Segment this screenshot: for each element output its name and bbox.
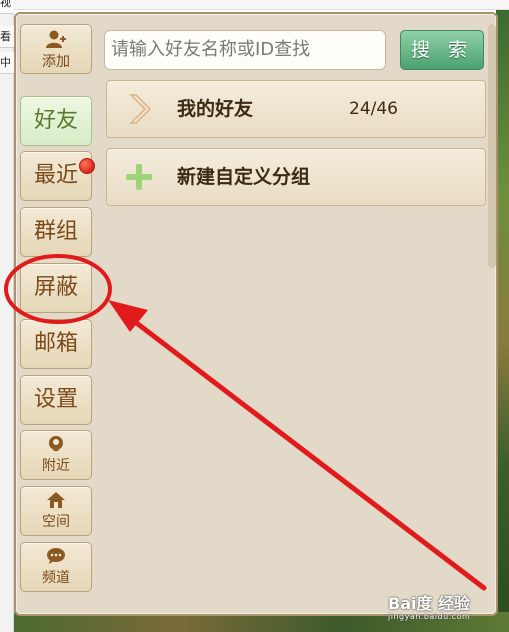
plus-icon (123, 161, 155, 193)
group-row-new-custom[interactable]: 新建自定义分组 (106, 148, 486, 206)
nav-nearby-button[interactable]: 附近 (20, 430, 92, 480)
panel-scrollbar[interactable] (488, 24, 496, 268)
group-label: 我的好友 (177, 98, 254, 120)
nav-friends-tab[interactable]: 好友 (20, 96, 92, 146)
group-label: 新建自定义分组 (177, 166, 311, 188)
chat-bubble-icon (21, 547, 91, 570)
host-page-left-strip: 视 看 中 (0, 0, 14, 632)
nav-add-button[interactable]: 添加 (20, 24, 92, 74)
add-user-icon (21, 29, 91, 54)
watermark-brand: Bai度 经验 (388, 594, 471, 613)
host-row: 视 (0, 0, 14, 14)
chevron-right-icon (123, 93, 155, 125)
nav-channel-label: 频道 (42, 570, 70, 586)
host-row: 中 (0, 52, 14, 74)
nav-channel-button[interactable]: 频道 (20, 542, 92, 592)
search-button[interactable]: 搜 索 (400, 30, 484, 70)
baidu-jingyan-watermark: Bai度 经验 jingyan.baidu.com (388, 590, 470, 621)
host-page-top-bar (0, 0, 509, 10)
watermark-url: jingyan.baidu.com (388, 612, 471, 621)
nav-add-label: 添加 (42, 54, 70, 70)
notification-dot (79, 158, 95, 174)
host-row: 看 (0, 26, 14, 48)
nav-recent-tab[interactable]: 最近 (20, 151, 95, 201)
nav-space-label: 空间 (42, 514, 70, 530)
friend-search-input[interactable]: 请输入好友名称或ID查找 (104, 30, 386, 70)
nav-settings-tab[interactable]: 设置 (20, 375, 92, 425)
nav-groups-tab[interactable]: 群组 (20, 207, 92, 257)
nearby-icon (21, 435, 91, 458)
home-icon (21, 491, 91, 514)
group-online-count: 24/46 (349, 99, 398, 119)
nav-recent-label: 最近 (33, 163, 78, 188)
group-row-my-friends[interactable]: 我的好友 24/46 (106, 80, 486, 138)
nav-blocked-tab[interactable]: 屏蔽 (20, 263, 92, 313)
nav-space-button[interactable]: 空间 (20, 486, 92, 536)
nav-nearby-label: 附近 (42, 458, 70, 474)
nav-mailbox-tab[interactable]: 邮箱 (20, 319, 92, 369)
